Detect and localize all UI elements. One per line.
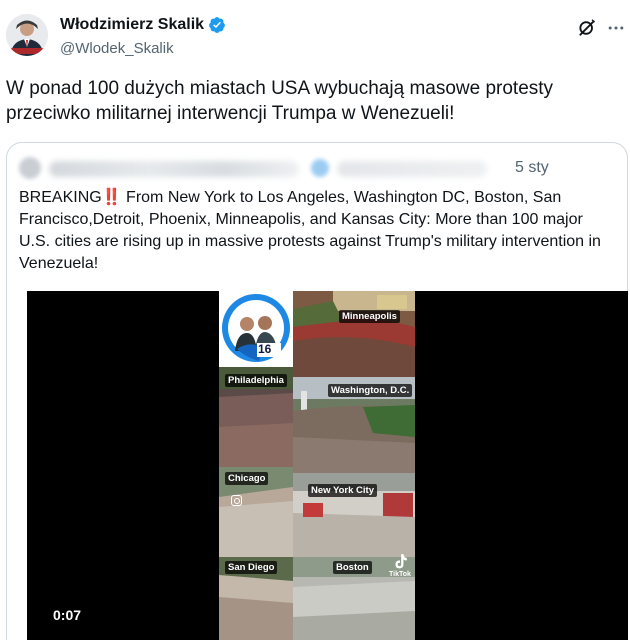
tile-label-philadelphia: Philadelphia (225, 374, 287, 387)
quoted-author-handle-blurred (337, 161, 487, 177)
grok-icon[interactable] (577, 18, 597, 38)
video-player[interactable]: 16 Minneapolis Philadelphia Washington, … (27, 291, 628, 640)
author-name-text[interactable]: Włodzimierz Skalik (60, 16, 204, 34)
tile-label-new-york-city: New York City (308, 484, 378, 497)
quoted-author-avatar-blurred (19, 157, 41, 179)
tile-philadelphia: Philadelphia (219, 367, 293, 467)
tile-san-diego: San Diego (219, 557, 293, 640)
tiktok-icon (395, 554, 407, 569)
channel-logo: 16 (219, 291, 293, 367)
tile-boston: Boston (293, 557, 415, 640)
tiktok-watermark: TikTok (389, 571, 411, 578)
instagram-icon (231, 495, 242, 506)
channel-logo-number: 16 (258, 342, 272, 356)
tile-chicago: Chicago (219, 467, 293, 557)
verified-badge-icon (209, 17, 225, 33)
tweet-header: Włodzimierz Skalik @Wlodek_Skalik (0, 0, 630, 70)
video-timestamp: 0:07 (53, 607, 82, 623)
breaking-label: BREAKING (19, 189, 102, 206)
tile-label-san-diego: San Diego (225, 561, 278, 574)
author-name[interactable]: Włodzimierz Skalik (60, 16, 226, 34)
quoted-author-name-blurred (49, 161, 299, 177)
tile-label-boston: Boston (333, 561, 372, 574)
double-exclamation-emoji: ‼️ (101, 189, 122, 206)
more-icon[interactable] (606, 18, 626, 38)
quoted-verified-badge-blurred (311, 159, 329, 177)
tile-washington-dc: Washington, D.C. (293, 377, 415, 473)
author-avatar[interactable] (6, 14, 48, 56)
tile-new-york-city: New York City (293, 473, 415, 557)
quoted-tweet-date[interactable]: 5 sty (515, 159, 549, 177)
video-collage: 16 Minneapolis Philadelphia Washington, … (219, 291, 415, 640)
tile-label-washington-dc: Washington, D.C. (328, 384, 413, 397)
tile-label-chicago: Chicago (225, 472, 269, 485)
quoted-tweet-header: 5 sty (19, 155, 619, 181)
tweet-text: W ponad 100 dużych miastach USA wybuchaj… (6, 78, 554, 124)
quoted-tweet-text: BREAKING‼️ From New York to Los Angeles,… (19, 187, 609, 275)
author-handle[interactable]: @Wlodek_Skalik (60, 40, 174, 57)
tile-minneapolis: Minneapolis (293, 291, 415, 377)
tile-label-minneapolis: Minneapolis (339, 310, 400, 323)
